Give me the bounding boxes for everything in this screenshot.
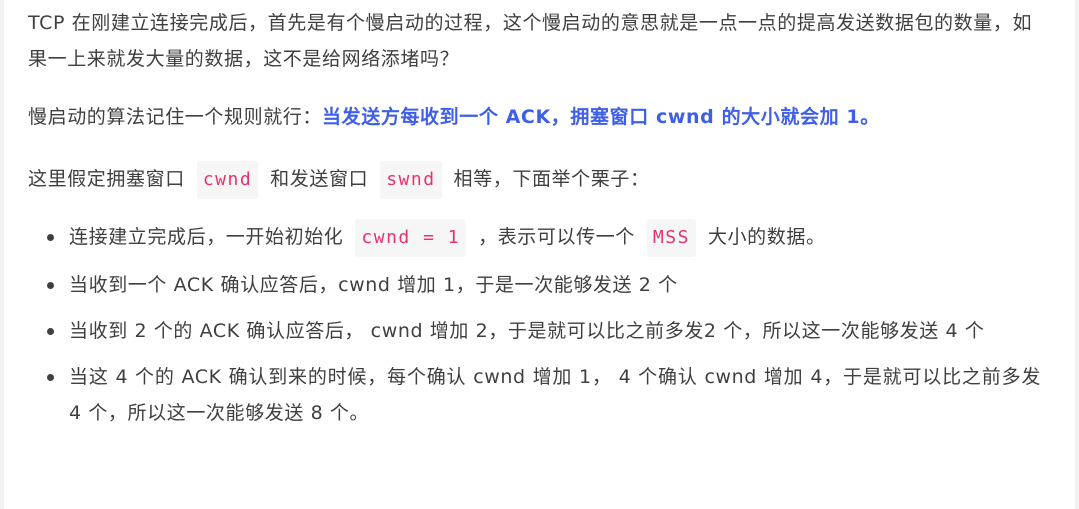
- slow-start-rule-paragraph: 慢启动的算法记住一个规则就行：当发送方每收到一个 ACK，拥塞窗口 cwnd 的…: [28, 99, 1041, 135]
- example-list: 连接建立完成后，一开始初始化 cwnd = 1 ，表示可以传一个 MSS 大小的数据。 …: [28, 219, 1041, 431]
- bullet-icon: [47, 374, 54, 381]
- assumption-text-3: 相等，下面举个栗子：: [453, 168, 650, 190]
- article-content: TCP 在刚建立连接完成后，首先是有个慢启动的过程，这个慢启动的意思就是一点一点…: [0, 0, 1079, 509]
- rule-emphasis: 当发送方每收到一个 ACK，拥塞窗口 cwnd 的大小就会加 1。: [322, 106, 880, 128]
- item1-text-2: ，表示可以传一个: [478, 226, 635, 248]
- inline-code-swnd: swnd: [380, 161, 442, 199]
- list-item: 当收到 2 个的 ACK 确认应答后， cwnd 增加 2，于是就可以比之前多发…: [28, 313, 1041, 349]
- bullet-icon: [47, 328, 54, 335]
- intro-paragraph: TCP 在刚建立连接完成后，首先是有个慢启动的过程，这个慢启动的意思就是一点一点…: [28, 12, 1033, 70]
- list-item: 当收到一个 ACK 确认应答后，cwnd 增加 1，于是一次能够发送 2 个: [28, 267, 1041, 303]
- assumption-text-1: 这里假定拥塞窗口: [28, 168, 185, 190]
- rule-prefix: 慢启动的算法记住一个规则就行：: [28, 106, 323, 128]
- list-item: 当这 4 个的 ACK 确认到来的时候，每个确认 cwnd 增加 1， 4 个确…: [28, 359, 1041, 431]
- assumption-text-2: 和发送窗口: [270, 168, 369, 190]
- item3-text: 当收到 2 个的 ACK 确认应答后， cwnd 增加 2，于是就可以比之前多发…: [69, 320, 985, 342]
- item4-text: 当这 4 个的 ACK 确认到来的时候，每个确认 cwnd 增加 1， 4 个确…: [69, 366, 1041, 424]
- bullet-icon: [47, 282, 54, 289]
- item1-text-3: 大小的数据。: [707, 226, 826, 248]
- item1-text-1: 连接建立完成后，一开始初始化: [69, 226, 344, 248]
- bullet-icon: [47, 234, 54, 241]
- inline-code-cwnd-init: cwnd = 1: [355, 219, 467, 257]
- inline-code-cwnd: cwnd: [196, 161, 259, 199]
- list-item: 连接建立完成后，一开始初始化 cwnd = 1 ，表示可以传一个 MSS 大小的数据。: [28, 219, 1041, 257]
- inline-code-mss: MSS: [646, 219, 696, 257]
- item2-text: 当收到一个 ACK 确认应答后，cwnd 增加 1，于是一次能够发送 2 个: [69, 274, 678, 296]
- assumption-paragraph: 这里假定拥塞窗口 cwnd 和发送窗口 swnd 相等，下面举个栗子：: [28, 161, 1041, 199]
